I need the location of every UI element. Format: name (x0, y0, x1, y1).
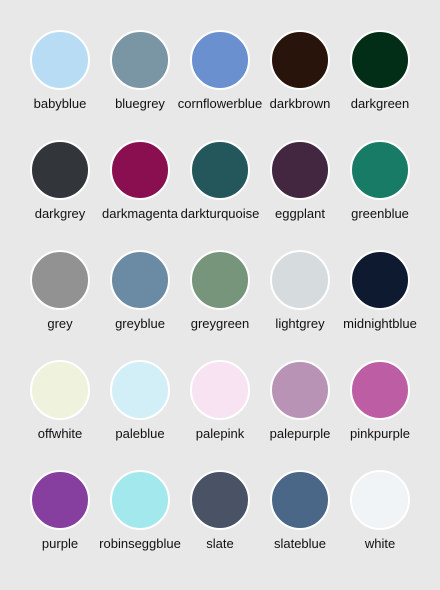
swatch-label: eggplant (275, 206, 325, 221)
swatch-label: paleblue (115, 426, 165, 441)
swatch-circle-darkgrey (30, 140, 90, 200)
color-swatch-palepurple: palepurple (260, 360, 340, 470)
swatch-circle-offwhite (30, 360, 90, 420)
swatch-circle-midnightblue (350, 250, 410, 310)
swatch-circle-eggplant (270, 140, 330, 200)
swatch-label: slate (206, 536, 234, 551)
color-swatch-greygreen: greygreen (180, 250, 260, 360)
swatch-label: midnightblue (343, 316, 417, 331)
swatch-label: darkgreen (350, 96, 410, 111)
color-swatch-darkmagenta: darkmagenta (100, 140, 180, 250)
swatch-circle-palepink (190, 360, 250, 420)
swatch-label: cornflowerblue (177, 96, 263, 111)
swatch-circle-darkturquoise (190, 140, 250, 200)
swatch-circle-greyblue (110, 250, 170, 310)
swatch-circle-purple (30, 470, 90, 530)
swatch-label: bluegrey (115, 96, 165, 111)
swatch-circle-palepurple (270, 360, 330, 420)
color-swatch-pinkpurple: pinkpurple (340, 360, 420, 470)
swatch-circle-bluegrey (110, 30, 170, 90)
swatch-circle-greygreen (190, 250, 250, 310)
swatch-label: offwhite (37, 426, 83, 441)
swatch-label: pinkpurple (350, 426, 410, 441)
color-swatch-cornflowerblue: cornflowerblue (177, 30, 263, 140)
swatch-label: slateblue (273, 536, 327, 551)
color-swatch-darkgrey: darkgrey (20, 140, 100, 250)
swatch-circle-darkmagenta (110, 140, 170, 200)
color-swatch-lightgrey: lightgrey (260, 250, 340, 360)
swatch-label: palepink (195, 426, 245, 441)
swatch-circle-darkbrown (270, 30, 330, 90)
swatch-label: greygreen (190, 316, 250, 331)
color-swatch-slate: slate (180, 470, 260, 580)
color-swatch-grid: babyblue bluegrey cornflowerblue darkbrown d… (0, 0, 440, 590)
color-swatch-robinseggblue: robinseggblue (99, 470, 181, 580)
swatch-circle-paleblue (110, 360, 170, 420)
swatch-label: palepurple (269, 426, 331, 441)
color-swatch-bluegrey: bluegrey (100, 30, 180, 140)
swatch-label: darkturquoise (180, 206, 260, 221)
swatch-label: purple (41, 536, 79, 551)
swatch-circle-grey (30, 250, 90, 310)
swatch-label: darkmagenta (102, 206, 178, 221)
color-swatch-midnightblue: midnightblue (340, 250, 420, 360)
color-swatch-paleblue: paleblue (100, 360, 180, 470)
swatch-label: greenblue (351, 206, 409, 221)
color-swatch-darkbrown: darkbrown (260, 30, 340, 140)
swatch-circle-darkgreen (350, 30, 410, 90)
swatch-label: babyblue (33, 96, 87, 111)
swatch-label: greyblue (115, 316, 165, 331)
color-swatch-greenblue: greenblue (340, 140, 420, 250)
swatch-label: robinseggblue (99, 536, 181, 551)
color-swatch-greyblue: greyblue (100, 250, 180, 360)
color-swatch-slateblue: slateblue (260, 470, 340, 580)
swatch-label: white (364, 536, 396, 551)
color-swatch-palepink: palepink (180, 360, 260, 470)
swatch-circle-lightgrey (270, 250, 330, 310)
color-swatch-white: white (340, 470, 420, 580)
swatch-circle-slateblue (270, 470, 330, 530)
color-swatch-grey: grey (20, 250, 100, 360)
swatch-circle-greenblue (350, 140, 410, 200)
color-swatch-purple: purple (20, 470, 100, 580)
color-swatch-darkturquoise: darkturquoise (180, 140, 260, 250)
swatch-label: darkbrown (269, 96, 331, 111)
color-swatch-eggplant: eggplant (260, 140, 340, 250)
swatch-circle-robinseggblue (110, 470, 170, 530)
swatch-label: lightgrey (275, 316, 325, 331)
swatch-circle-slate (190, 470, 250, 530)
swatch-label: grey (47, 316, 73, 331)
swatch-circle-pinkpurple (350, 360, 410, 420)
color-swatch-darkgreen: darkgreen (340, 30, 420, 140)
swatch-circle-white (350, 470, 410, 530)
color-swatch-babyblue: babyblue (20, 30, 100, 140)
swatch-circle-cornflowerblue (190, 30, 250, 90)
swatch-label: darkgrey (34, 206, 86, 221)
color-swatch-offwhite: offwhite (20, 360, 100, 470)
swatch-circle-babyblue (30, 30, 90, 90)
